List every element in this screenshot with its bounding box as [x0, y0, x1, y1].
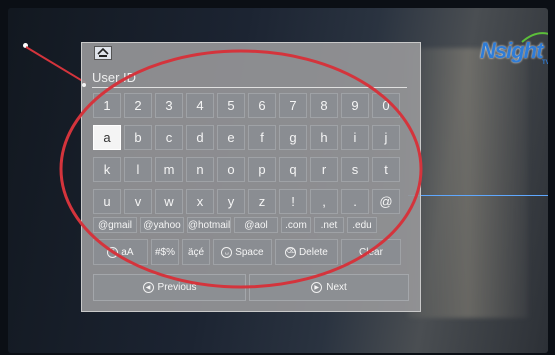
key-k[interactable]: k — [93, 157, 121, 182]
key-4[interactable]: 4 — [186, 93, 214, 118]
key-i[interactable]: i — [341, 125, 369, 150]
key-u[interactable]: u — [93, 189, 121, 214]
key-period[interactable]: . — [341, 189, 369, 214]
previous-icon: ◀ — [142, 282, 154, 293]
key-d[interactable]: d — [186, 125, 214, 150]
delete-label: Delete — [298, 246, 328, 258]
space-button[interactable]: ␣ Space — [213, 239, 272, 265]
key-g[interactable]: g — [279, 125, 307, 150]
key-b[interactable]: b — [124, 125, 152, 150]
accent-line — [408, 195, 548, 196]
key-at[interactable]: @ — [372, 189, 400, 214]
symbols-button[interactable]: #$% — [151, 239, 179, 265]
background-window — [408, 48, 528, 318]
key-m[interactable]: m — [155, 157, 183, 182]
key-c[interactable]: c — [155, 125, 183, 150]
key-y[interactable]: y — [217, 189, 245, 214]
user-id-placeholder: User ID — [92, 70, 137, 85]
key-2[interactable]: 2 — [124, 93, 152, 118]
logo-text: Nsight — [480, 38, 543, 63]
shift-button[interactable]: ⇧ aA — [93, 239, 148, 265]
number-row: 1234567890 — [93, 93, 400, 118]
user-id-input[interactable]: User ID — [92, 69, 407, 88]
space-label: Space — [235, 246, 264, 258]
function-row: ⇧ aA #$% äçé ␣ Space ⌫ Delete Clear — [93, 239, 401, 265]
previous-button[interactable]: ◀ Previous — [93, 274, 246, 301]
clear-button[interactable]: Clear — [341, 239, 401, 265]
shift-label: aA — [121, 246, 134, 258]
letter-row-k-t: klmnopqrst — [93, 157, 400, 182]
key-3[interactable]: 3 — [155, 93, 183, 118]
delete-icon: ⌫ — [285, 246, 297, 258]
key-t[interactable]: t — [372, 157, 400, 182]
key-w[interactable]: w — [155, 189, 183, 214]
key-x[interactable]: x — [186, 189, 214, 214]
domain-key-aol[interactable]: @aol — [234, 217, 278, 233]
key-j[interactable]: j — [372, 125, 400, 150]
space-icon: ␣ — [221, 246, 233, 258]
next-label: Next — [326, 282, 347, 293]
domain-row: @gmail @yahoo @hotmail @aol .com .net .edu — [93, 217, 377, 233]
letter-row-a-j: abcdefghij — [93, 125, 400, 150]
key-r[interactable]: r — [310, 157, 338, 182]
key-q[interactable]: q — [279, 157, 307, 182]
logo-subtext: TV — [542, 60, 548, 66]
key-f[interactable]: f — [248, 125, 276, 150]
key-6[interactable]: 6 — [248, 93, 276, 118]
key-p[interactable]: p — [248, 157, 276, 182]
letter-row-u-at: u v w x y z!,. @ — [93, 189, 400, 214]
domain-key-gmail[interactable]: @gmail — [93, 217, 137, 233]
domain-key-yahoo[interactable]: @yahoo — [140, 217, 184, 233]
key-v[interactable]: v — [124, 189, 152, 214]
key-5[interactable]: 5 — [217, 93, 245, 118]
key-comma[interactable]: , — [310, 189, 338, 214]
key-z[interactable]: z — [248, 189, 276, 214]
key-e[interactable]: e — [217, 125, 245, 150]
key-8[interactable]: 8 — [310, 93, 338, 118]
annotation-pointer — [25, 46, 87, 84]
nsight-logo: Nsight TV — [480, 30, 548, 66]
delete-button[interactable]: ⌫ Delete — [275, 239, 338, 265]
key-0[interactable]: 0 — [372, 93, 400, 118]
keyboard-panel: User ID 1234567890 abcdefghij klmnopqrst… — [81, 42, 421, 312]
key-9[interactable]: 9 — [341, 93, 369, 118]
domain-key-edu[interactable]: .edu — [347, 217, 377, 233]
annotation-dot-end — [82, 83, 86, 87]
tv-screen: Nsight TV User ID 1234567890 abcdefghij … — [8, 8, 548, 353]
home-icon[interactable] — [94, 46, 112, 60]
domain-key-hotmail[interactable]: @hotmail — [187, 217, 231, 233]
key-n[interactable]: n — [186, 157, 214, 182]
domain-key-com[interactable]: .com — [281, 217, 311, 233]
key-a[interactable]: a — [93, 125, 121, 150]
key-l[interactable]: l — [124, 157, 152, 182]
key-h[interactable]: h — [310, 125, 338, 150]
key-1[interactable]: 1 — [93, 93, 121, 118]
key-o[interactable]: o — [217, 157, 245, 182]
key-exclamation[interactable]: ! — [279, 189, 307, 214]
next-button[interactable]: ▶ Next — [249, 274, 409, 301]
next-icon: ▶ — [311, 282, 323, 293]
previous-label: Previous — [157, 282, 197, 293]
accents-button[interactable]: äçé — [182, 239, 210, 265]
key-7[interactable]: 7 — [279, 93, 307, 118]
key-s[interactable]: s — [341, 157, 369, 182]
shift-icon: ⇧ — [107, 246, 119, 258]
domain-key-net[interactable]: .net — [314, 217, 344, 233]
